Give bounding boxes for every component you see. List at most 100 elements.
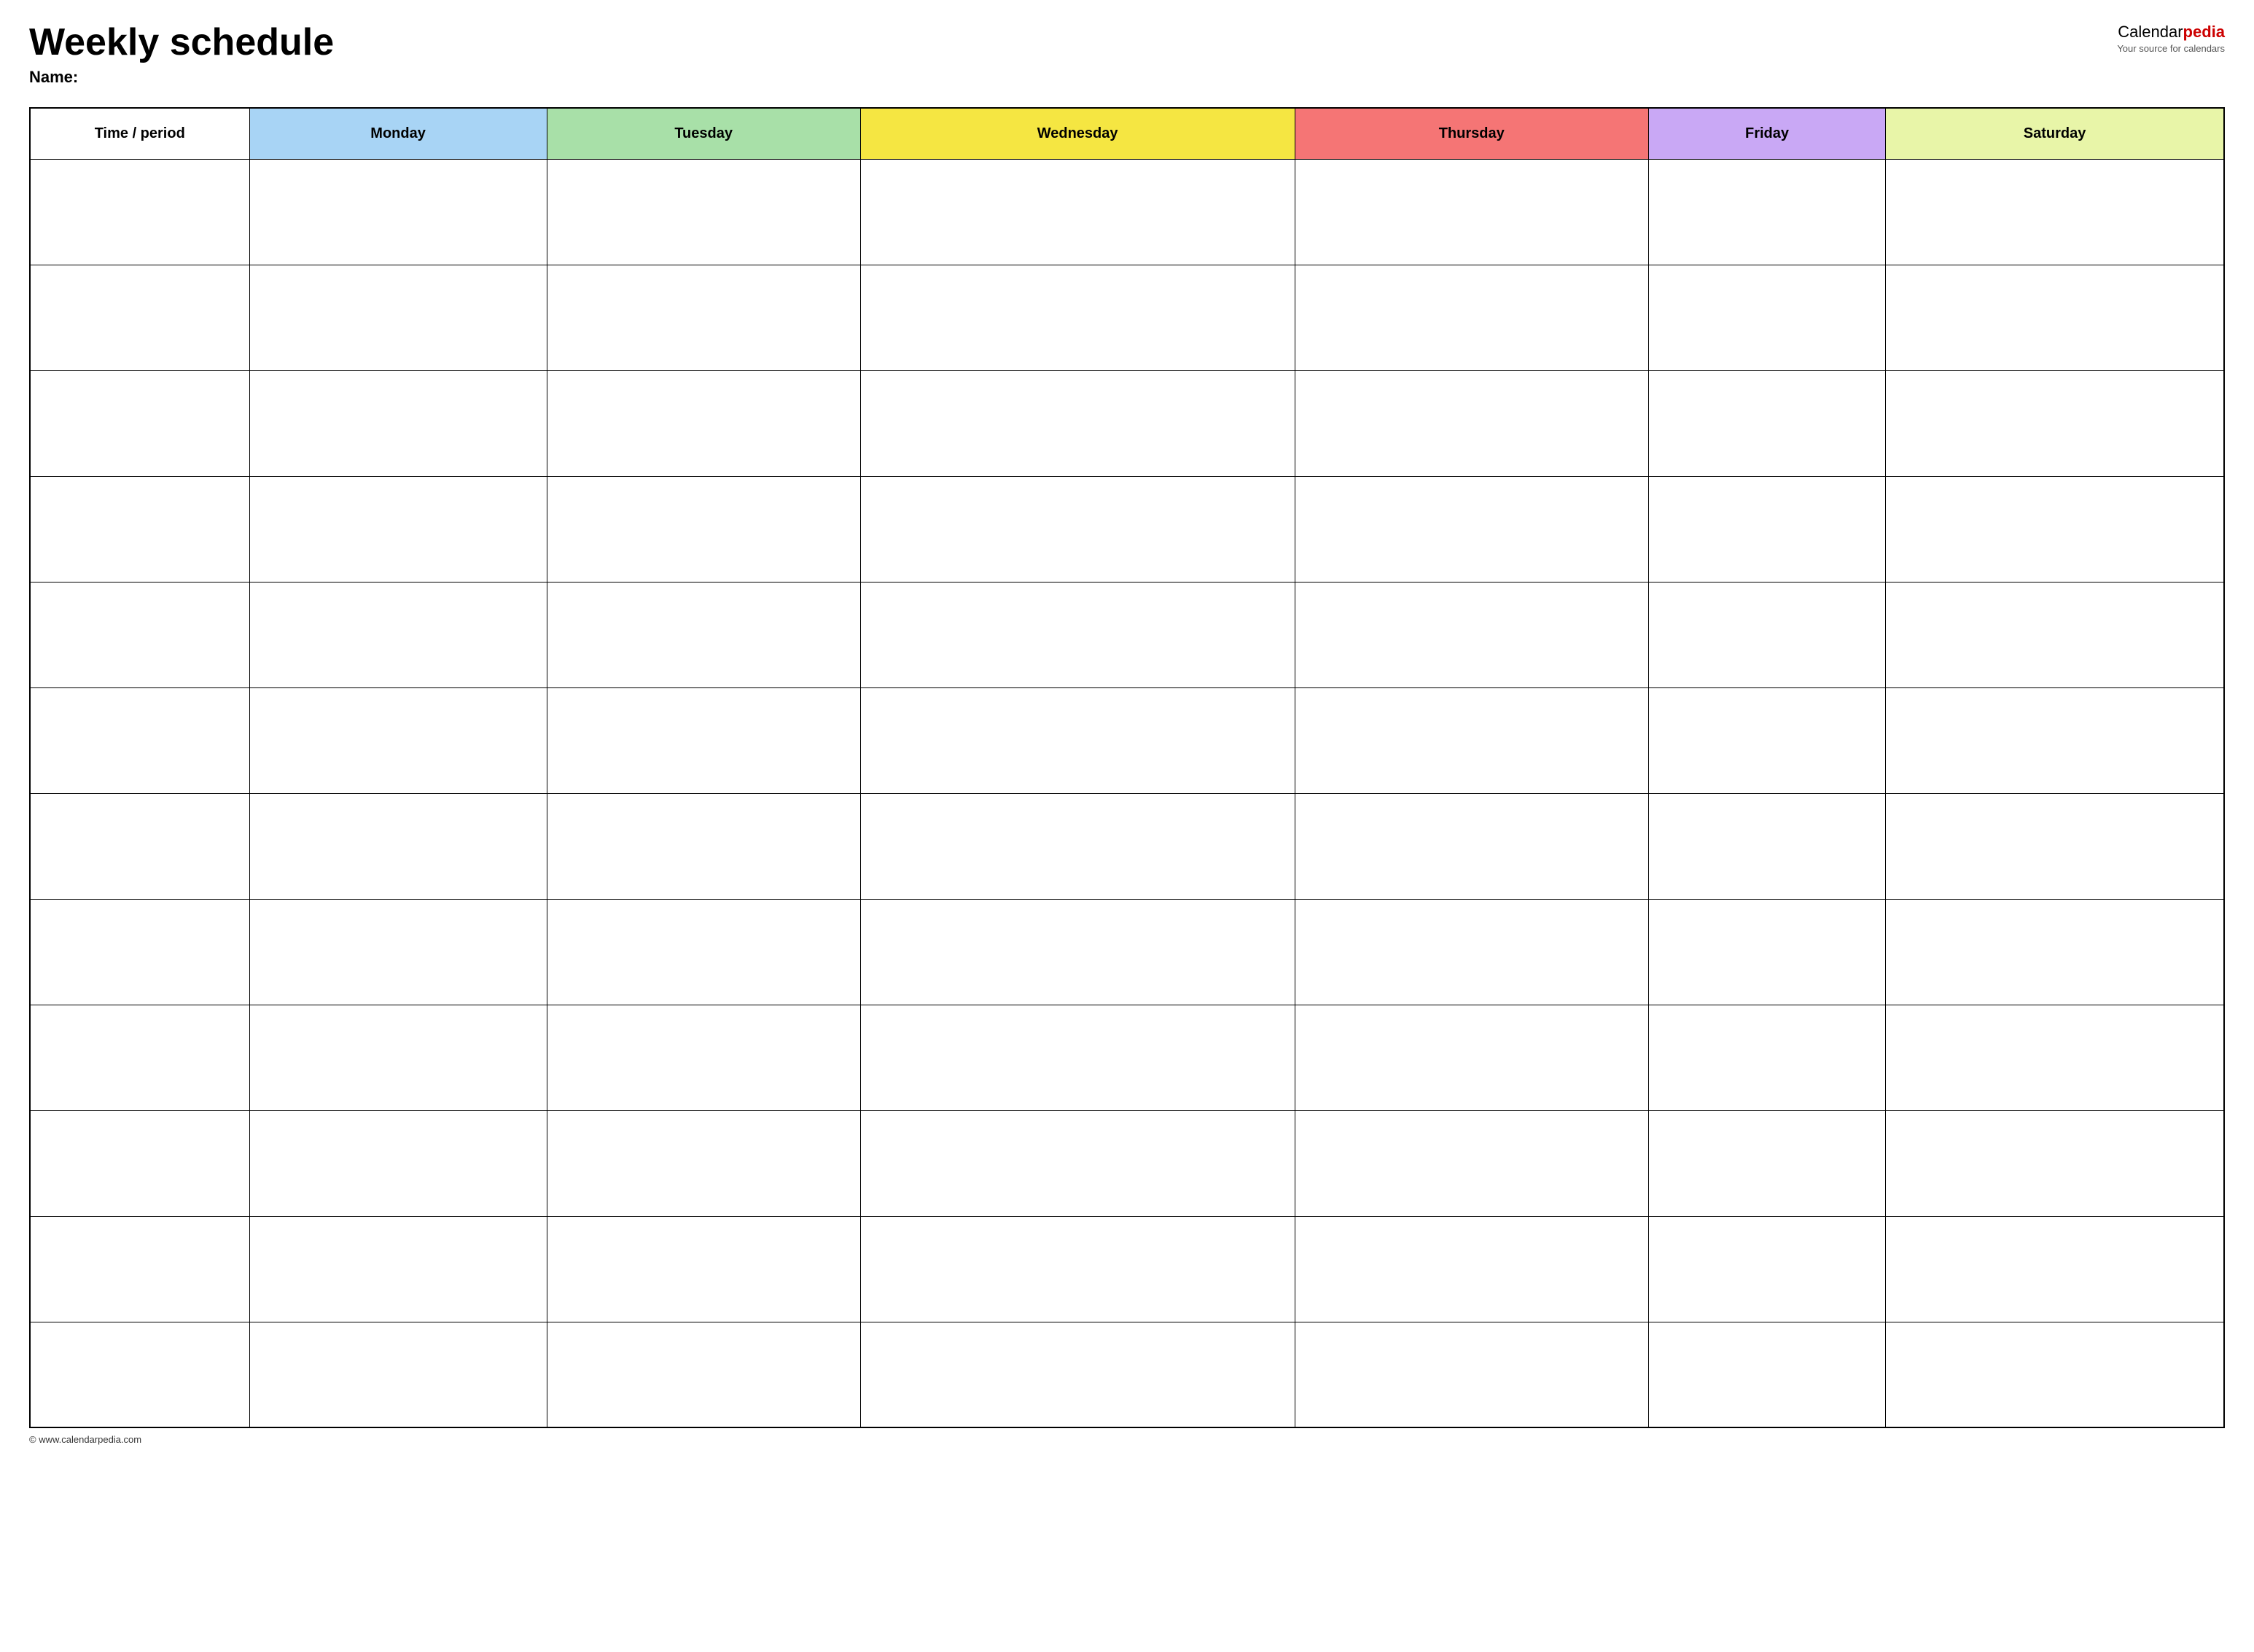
monday-cell[interactable] [249, 1005, 547, 1110]
thursday-cell[interactable] [1295, 159, 1648, 265]
saturday-cell[interactable] [1886, 1322, 2224, 1427]
time-cell[interactable] [30, 899, 249, 1005]
tuesday-cell[interactable] [547, 159, 860, 265]
tuesday-cell[interactable] [547, 582, 860, 687]
thursday-cell[interactable] [1295, 370, 1648, 476]
thursday-cell[interactable] [1295, 899, 1648, 1005]
saturday-cell[interactable] [1886, 793, 2224, 899]
saturday-cell[interactable] [1886, 1005, 2224, 1110]
monday-cell[interactable] [249, 265, 547, 370]
monday-cell[interactable] [249, 582, 547, 687]
monday-cell[interactable] [249, 370, 547, 476]
logo-tagline: Your source for calendars [2117, 43, 2225, 55]
friday-cell[interactable] [1648, 476, 1885, 582]
friday-cell[interactable] [1648, 370, 1885, 476]
monday-cell[interactable] [249, 476, 547, 582]
monday-cell[interactable] [249, 1216, 547, 1322]
tuesday-cell[interactable] [547, 687, 860, 793]
wednesday-cell[interactable] [860, 793, 1295, 899]
col-header-wednesday: Wednesday [860, 108, 1295, 159]
tuesday-cell[interactable] [547, 476, 860, 582]
wednesday-cell[interactable] [860, 1005, 1295, 1110]
tuesday-cell[interactable] [547, 1216, 860, 1322]
thursday-cell[interactable] [1295, 1322, 1648, 1427]
tuesday-cell[interactable] [547, 265, 860, 370]
thursday-cell[interactable] [1295, 1110, 1648, 1216]
friday-cell[interactable] [1648, 265, 1885, 370]
logo-section: Calendarpedia Your source for calendars [2117, 22, 2225, 55]
tuesday-cell[interactable] [547, 1005, 860, 1110]
thursday-cell[interactable] [1295, 1216, 1648, 1322]
header-row: Time / period Monday Tuesday Wednesday T… [30, 108, 2224, 159]
wednesday-cell[interactable] [860, 370, 1295, 476]
wednesday-cell[interactable] [860, 159, 1295, 265]
friday-cell[interactable] [1648, 793, 1885, 899]
wednesday-cell[interactable] [860, 476, 1295, 582]
footer: © www.calendarpedia.com [29, 1434, 2225, 1445]
friday-cell[interactable] [1648, 899, 1885, 1005]
wednesday-cell[interactable] [860, 1216, 1295, 1322]
saturday-cell[interactable] [1886, 265, 2224, 370]
time-cell[interactable] [30, 476, 249, 582]
saturday-cell[interactable] [1886, 370, 2224, 476]
tuesday-cell[interactable] [547, 899, 860, 1005]
thursday-cell[interactable] [1295, 476, 1648, 582]
table-row [30, 793, 2224, 899]
thursday-cell[interactable] [1295, 1005, 1648, 1110]
saturday-cell[interactable] [1886, 1216, 2224, 1322]
saturday-cell[interactable] [1886, 1110, 2224, 1216]
friday-cell[interactable] [1648, 1005, 1885, 1110]
saturday-cell[interactable] [1886, 159, 2224, 265]
saturday-cell[interactable] [1886, 899, 2224, 1005]
tuesday-cell[interactable] [547, 1110, 860, 1216]
monday-cell[interactable] [249, 1110, 547, 1216]
page-title: Weekly schedule [29, 22, 334, 63]
wednesday-cell[interactable] [860, 687, 1295, 793]
time-cell[interactable] [30, 1322, 249, 1427]
monday-cell[interactable] [249, 1322, 547, 1427]
tuesday-cell[interactable] [547, 370, 860, 476]
time-cell[interactable] [30, 370, 249, 476]
tuesday-cell[interactable] [547, 793, 860, 899]
table-body [30, 159, 2224, 1427]
wednesday-cell[interactable] [860, 1322, 1295, 1427]
wednesday-cell[interactable] [860, 1110, 1295, 1216]
time-cell[interactable] [30, 265, 249, 370]
wednesday-cell[interactable] [860, 899, 1295, 1005]
friday-cell[interactable] [1648, 687, 1885, 793]
saturday-cell[interactable] [1886, 582, 2224, 687]
thursday-cell[interactable] [1295, 265, 1648, 370]
table-row [30, 687, 2224, 793]
time-cell[interactable] [30, 687, 249, 793]
friday-cell[interactable] [1648, 582, 1885, 687]
saturday-cell[interactable] [1886, 687, 2224, 793]
name-row: Name: [29, 68, 334, 87]
saturday-cell[interactable] [1886, 476, 2224, 582]
thursday-cell[interactable] [1295, 793, 1648, 899]
table-row [30, 476, 2224, 582]
friday-cell[interactable] [1648, 159, 1885, 265]
time-cell[interactable] [30, 159, 249, 265]
wednesday-cell[interactable] [860, 582, 1295, 687]
time-cell[interactable] [30, 1216, 249, 1322]
logo-text: Calendarpedia [2117, 22, 2225, 43]
friday-cell[interactable] [1648, 1110, 1885, 1216]
col-header-time: Time / period [30, 108, 249, 159]
monday-cell[interactable] [249, 899, 547, 1005]
thursday-cell[interactable] [1295, 582, 1648, 687]
friday-cell[interactable] [1648, 1322, 1885, 1427]
table-row [30, 582, 2224, 687]
wednesday-cell[interactable] [860, 265, 1295, 370]
table-row [30, 370, 2224, 476]
thursday-cell[interactable] [1295, 687, 1648, 793]
time-cell[interactable] [30, 1110, 249, 1216]
monday-cell[interactable] [249, 159, 547, 265]
time-cell[interactable] [30, 582, 249, 687]
tuesday-cell[interactable] [547, 1322, 860, 1427]
monday-cell[interactable] [249, 687, 547, 793]
time-cell[interactable] [30, 1005, 249, 1110]
weekly-schedule-table: Time / period Monday Tuesday Wednesday T… [29, 107, 2225, 1428]
monday-cell[interactable] [249, 793, 547, 899]
friday-cell[interactable] [1648, 1216, 1885, 1322]
time-cell[interactable] [30, 793, 249, 899]
